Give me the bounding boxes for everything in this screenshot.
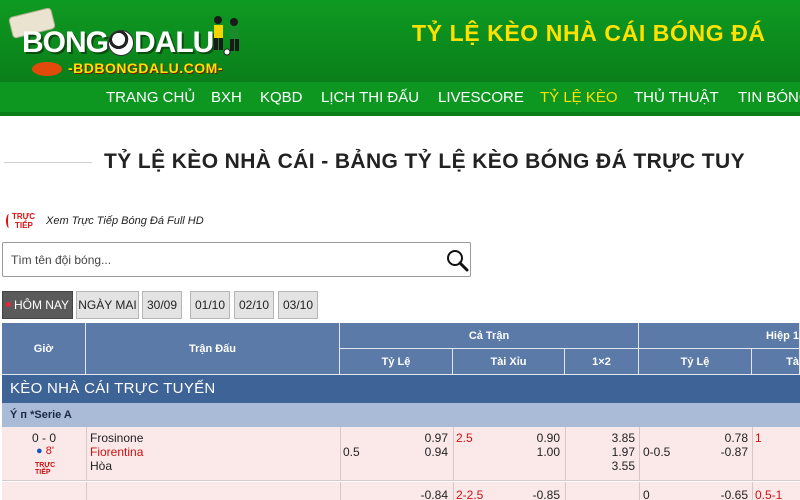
h1-handicap-home-odds[interactable]: 0.78 [702, 431, 748, 445]
h1-handicap-line: 0-0.5 [643, 445, 671, 459]
page-title: TỶ LỆ KÈO NHÀ CÁI - BẢNG TỶ LỆ KÈO BÓNG … [104, 150, 745, 173]
col-header-over-under: Tài Xỉu [453, 349, 565, 375]
col-header-time: Giờ [2, 323, 86, 375]
match-minute-value: 8' [45, 445, 54, 457]
tab-today-label: HÔM NAY [13, 298, 70, 312]
nav-item-livescore[interactable]: LIVESCORE [438, 89, 524, 106]
nav-item-tips[interactable]: THỦ THUẬT [634, 89, 719, 106]
site-header: BONG DALU -BDBONGDALU.COM- TỶ LỆ KÈO NHÀ … [0, 0, 800, 82]
home-team[interactable]: Frosinone [90, 431, 143, 445]
column-divider [752, 482, 753, 500]
column-divider [86, 427, 87, 481]
match-live-badge[interactable]: TRỰC TIẾP [35, 462, 55, 476]
draw-label: Hòa [90, 459, 113, 473]
players-icon [214, 16, 239, 56]
column-divider [453, 482, 454, 500]
column-divider [340, 482, 341, 500]
over-under-line: 2.5 [456, 431, 473, 445]
nav-item-odds[interactable]: TỶ LỆ KÈO [540, 89, 618, 106]
search-icon[interactable] [445, 248, 469, 272]
nav-item-fixtures[interactable]: LỊCH THI ĐẤU [321, 89, 419, 106]
col-header-handicap: Tỷ Lệ [340, 349, 453, 375]
tab-today[interactable]: HÔM NAY [2, 291, 73, 319]
col-header-full-time: Cả Trận [340, 323, 639, 349]
column-divider [752, 427, 753, 481]
table-row[interactable]: 0 - 0 ● 8' TRỰC TIẾP Frosinone Fiorentina… [2, 427, 800, 481]
column-divider [86, 482, 87, 500]
handicap-away-odds[interactable]: 0.94 [402, 445, 448, 459]
over-under-line: 2-2.5 [456, 488, 484, 500]
tab-date-3009[interactable]: 30/09 [142, 291, 182, 319]
nav-item-results[interactable]: KQBD [260, 89, 303, 106]
over-odds[interactable]: -0.85 [512, 488, 560, 500]
under-odds[interactable]: 1.00 [512, 445, 560, 459]
live-stream-text[interactable]: Xem Trực Tiếp Bóng Đá Full HD [46, 215, 204, 227]
handicap-home-odds[interactable]: -0.84 [402, 488, 448, 500]
over-odds[interactable]: 0.90 [512, 431, 560, 445]
column-divider [639, 427, 640, 481]
h1-handicap-away-odds[interactable]: -0.87 [702, 445, 748, 459]
col-header-match: Trận Đấu [86, 323, 340, 375]
away-team[interactable]: Fiorentina [90, 445, 143, 459]
h1-over-under-line: 1 [755, 431, 762, 445]
x12-away-odds[interactable]: 1.97 [592, 445, 635, 459]
live-dot-icon [5, 302, 11, 307]
title-divider [4, 162, 92, 163]
h1-handicap-home-odds[interactable]: -0.65 [702, 488, 748, 500]
column-divider [340, 427, 341, 481]
column-divider [453, 427, 454, 481]
match-minute: ● 8' [36, 445, 54, 457]
nav-item-home[interactable]: TRANG CHỦ [106, 89, 195, 106]
live-dot-icon: ● [36, 445, 43, 457]
main-nav: TRANG CHỦ BXH KQBD LỊCH THI ĐẤU LIVESCOR… [0, 82, 800, 116]
col-header-1x2: 1×2 [565, 349, 639, 375]
logo-domain-text: -BDBONGDALU.COM- [68, 60, 223, 76]
table-row[interactable]: -0.84 2-2.5 -0.85 0 -0.65 0.5-1 [2, 482, 800, 500]
h1-handicap-line: 0 [643, 488, 650, 500]
match-score: 0 - 0 [32, 431, 57, 445]
league-row[interactable]: Ý ᴨ *Serie A [2, 403, 800, 427]
column-divider [565, 482, 566, 500]
handicap-line: 0.5 [343, 445, 360, 459]
x12-draw-odds[interactable]: 3.55 [592, 459, 635, 473]
live-badge-line2: TIẾP [35, 469, 51, 476]
logo-wordmark: BONG DALU [22, 26, 214, 60]
tab-tomorrow[interactable]: NGÀY MAI [76, 291, 139, 319]
nav-item-standings[interactable]: BXH [211, 89, 242, 106]
x12-home-odds[interactable]: 3.85 [592, 431, 635, 445]
col-header-handicap-h1: Tỷ Lệ [639, 349, 752, 375]
header-title: TỶ LỆ KÈO NHÀ CÁI BÓNG ĐÁ [412, 20, 766, 46]
section-title: KÈO NHÀ CÁI TRỰC TUYẾN [2, 375, 800, 403]
col-header-over-under-h1: Tà [752, 349, 800, 375]
logo-dalu-text: DALU [134, 26, 214, 59]
col-header-half-time: Hiệp 1 [639, 323, 800, 349]
team-search-input[interactable] [11, 251, 431, 269]
tab-date-0110[interactable]: 01/10 [190, 291, 230, 319]
nav-item-news[interactable]: TIN BÓNG [738, 89, 800, 106]
tab-date-0210[interactable]: 02/10 [234, 291, 274, 319]
column-divider [639, 482, 640, 500]
team-search-box [2, 242, 471, 277]
handicap-home-odds[interactable]: 0.97 [402, 431, 448, 445]
column-divider [565, 427, 566, 481]
live-badge-line1: TRỰC [35, 462, 56, 469]
tab-date-0310[interactable]: 03/10 [278, 291, 318, 319]
site-logo[interactable]: BONG DALU -BDBONGDALU.COM- [7, 7, 248, 76]
logo-bong-text: BONG [22, 26, 109, 59]
soccer-ball-icon [108, 30, 134, 56]
live-badge-line2: TIẾP [15, 221, 33, 230]
h1-over-under-line: 0.5-1 [755, 488, 783, 500]
live-badge-icon: TRỰC TIẾP [6, 212, 42, 232]
live-badge-line1: TRỰC [12, 212, 36, 221]
logo-fire-ball-graphic [32, 62, 62, 76]
